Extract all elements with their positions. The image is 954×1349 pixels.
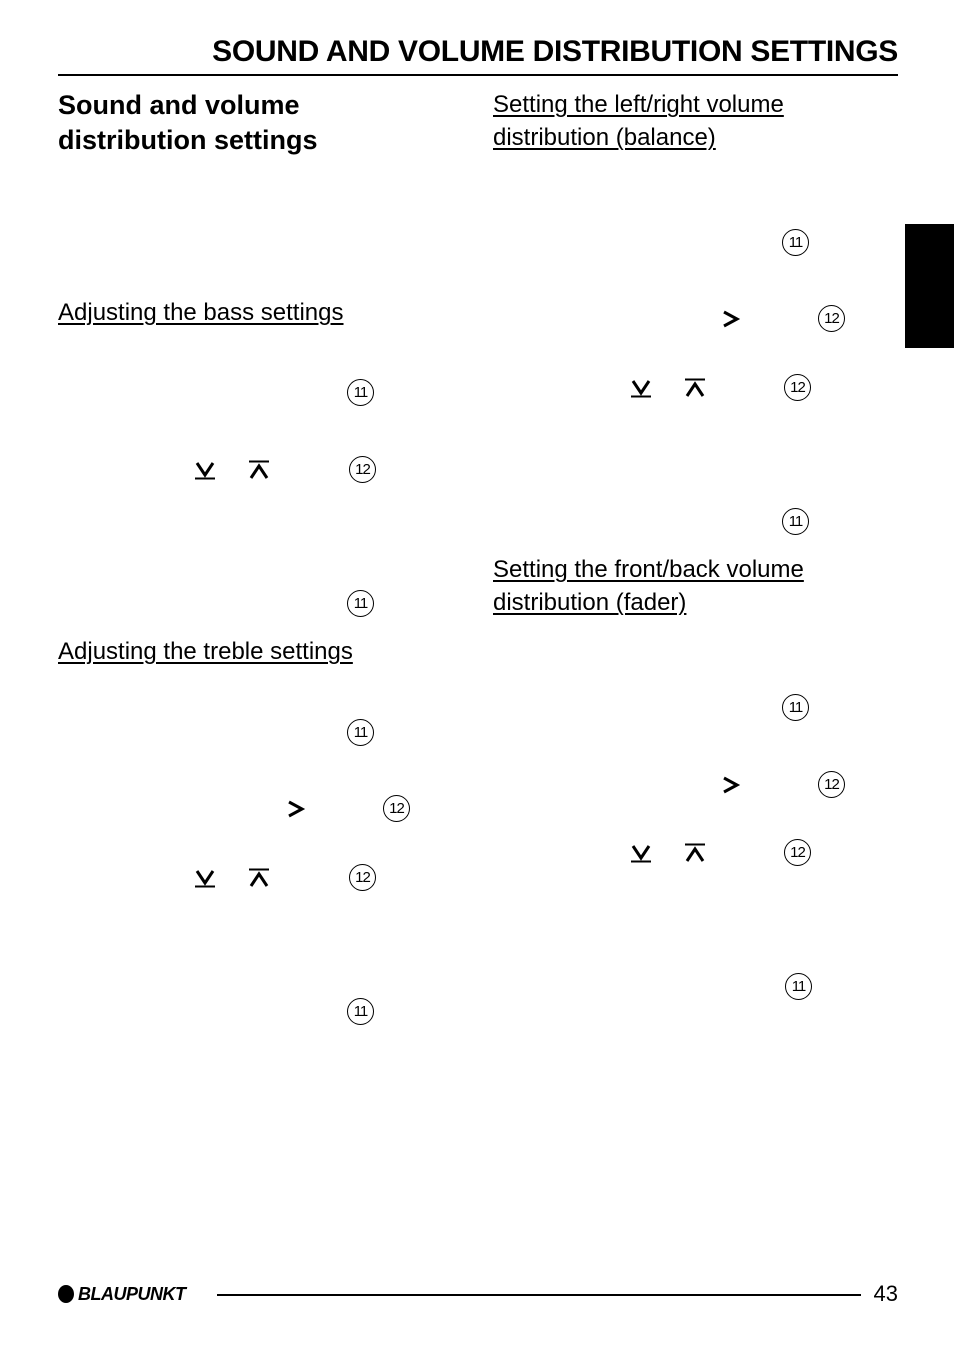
ref-badge: 12 [349,864,376,891]
fader-heading-line1: Setting the front/back volume [493,556,804,583]
footer-divider [217,1294,861,1296]
section-tab-marker [905,224,954,348]
ref-badge: 11 [347,590,374,617]
page-number: 43 [873,1281,898,1306]
right-key-icon [288,800,306,818]
brand-logo: BLAUPUNKT [58,1284,186,1304]
ref-badge: 11 [347,719,374,746]
up-key-icon [685,843,705,862]
down-key-icon [195,870,215,888]
intro-heading: Sound and volume distribution settings [58,90,318,155]
right-key-icon [723,310,741,328]
treble-heading: Adjusting the treble settings [58,638,353,665]
ref-badge: 11 [347,998,374,1025]
ref-badge: 11 [782,694,809,721]
page-title: SOUND AND VOLUME DISTRIBUTION SETTINGS [212,35,898,68]
fader-heading-line2: distribution (fader) [493,589,687,616]
ref-badge: 12 [784,839,811,866]
up-key-icon [249,460,269,479]
balance-heading-line1: Setting the left/right volume [493,91,784,118]
bass-heading: Adjusting the bass settings [58,299,344,326]
ref-badge: 11 [347,379,374,406]
down-key-icon [195,462,215,480]
ref-badge: 12 [383,795,410,822]
ref-badge: 12 [349,456,376,483]
brand-name: BLAUPUNKT [78,1283,186,1304]
right-key-icon [723,776,741,794]
title-divider [58,74,898,76]
ref-badge: 12 [818,771,845,798]
ref-badge: 11 [785,973,812,1000]
up-key-icon [685,378,705,397]
logo-dot-icon [58,1285,74,1303]
balance-heading-line2: distribution (balance) [493,124,716,151]
ref-badge: 11 [782,508,809,535]
ref-badge: 12 [784,374,811,401]
ref-badge: 11 [782,229,809,256]
down-key-icon [631,380,651,398]
up-key-icon [249,868,269,887]
down-key-icon [631,845,651,863]
ref-badge: 12 [818,305,845,332]
